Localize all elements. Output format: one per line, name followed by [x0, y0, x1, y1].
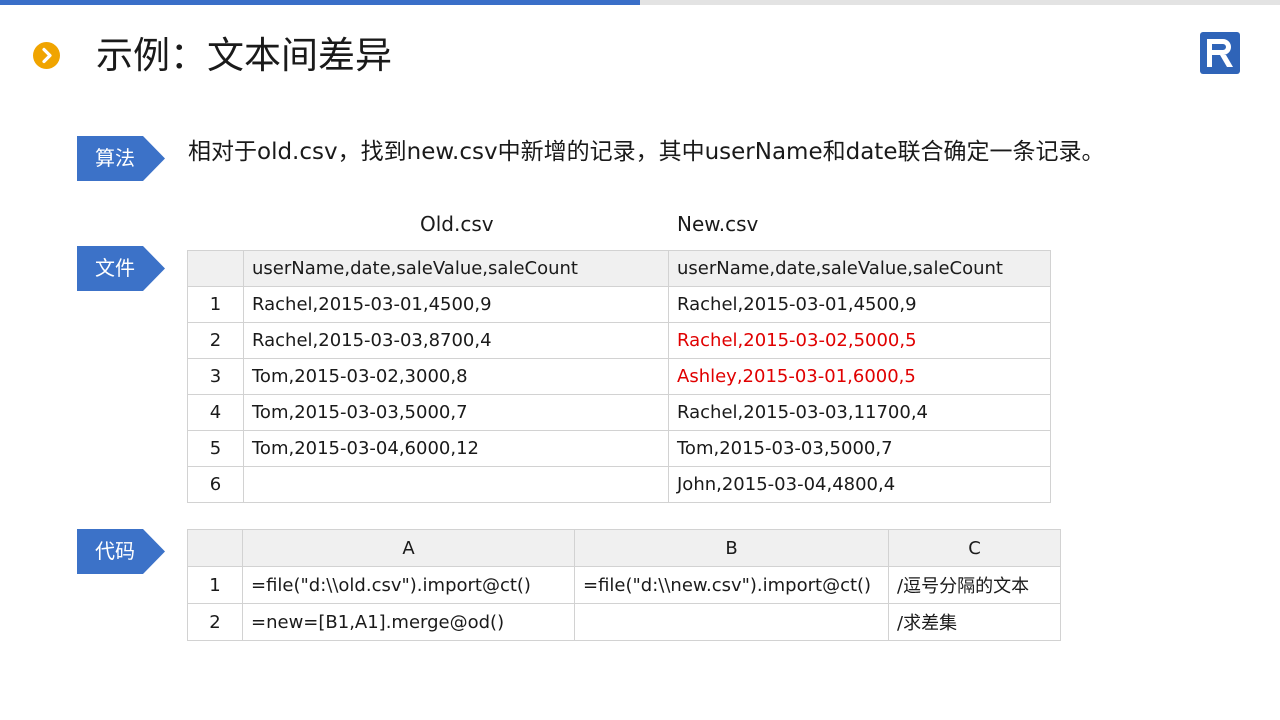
files-tag-label: 文件: [95, 256, 135, 280]
table-corner: [187, 250, 244, 287]
top-progress-bar: [0, 0, 640, 5]
row-number: 2: [187, 603, 243, 641]
new-cell: John,2015-03-04,4800,4: [668, 466, 1051, 503]
old-header-cell: userName,date,saleValue,saleCount: [243, 250, 669, 287]
row-number: 4: [187, 394, 244, 431]
code-cell-b: [574, 603, 889, 641]
new-cell-added: Ashley,2015-03-01,6000,5: [668, 358, 1051, 395]
new-file-title: New.csv: [677, 212, 759, 236]
table-row: 2 Rachel,2015-03-03,8700,4 Rachel,2015-0…: [187, 322, 1051, 359]
page-title: 示例：文本间差异: [96, 34, 392, 77]
old-cell: [243, 466, 669, 503]
column-header-c: C: [888, 529, 1061, 567]
old-cell: Tom,2015-03-03,5000,7: [243, 394, 669, 431]
algorithm-tag-label: 算法: [95, 146, 135, 170]
row-number: 1: [187, 286, 244, 323]
code-comment: /逗号分隔的文本: [888, 566, 1061, 604]
new-cell: Tom,2015-03-03,5000,7: [668, 430, 1051, 467]
code-tag: 代码: [77, 529, 165, 574]
column-header-b: B: [574, 529, 889, 567]
old-cell: Rachel,2015-03-01,4500,9: [243, 286, 669, 323]
table-corner: [187, 529, 243, 567]
logo-icon: [1199, 31, 1241, 75]
column-header-a: A: [242, 529, 575, 567]
new-cell-added: Rachel,2015-03-02,5000,5: [668, 322, 1051, 359]
code-comment: /求差集: [888, 603, 1061, 641]
files-table: userName,date,saleValue,saleCount userNa…: [187, 250, 1051, 503]
new-cell: Rachel,2015-03-01,4500,9: [668, 286, 1051, 323]
code-row: 1 =file("d:\\old.csv").import@ct() =file…: [187, 566, 1061, 604]
code-cell-b: =file("d:\\new.csv").import@ct(): [574, 566, 889, 604]
row-number: 2: [187, 322, 244, 359]
row-number: 1: [187, 566, 243, 604]
old-cell: Tom,2015-03-02,3000,8: [243, 358, 669, 395]
code-tag-label: 代码: [95, 539, 135, 563]
old-cell: Tom,2015-03-04,6000,12: [243, 430, 669, 467]
row-number: 6: [187, 466, 244, 503]
table-row: 3 Tom,2015-03-02,3000,8 Ashley,2015-03-0…: [187, 358, 1051, 395]
files-tag: 文件: [77, 246, 165, 291]
new-cell: Rachel,2015-03-03,11700,4: [668, 394, 1051, 431]
code-table: A B C 1 =file("d:\\old.csv").import@ct()…: [187, 529, 1061, 641]
table-row: 5 Tom,2015-03-04,6000,12 Tom,2015-03-03,…: [187, 430, 1051, 467]
algorithm-description: 相对于old.csv，找到new.csv中新增的记录，其中userName和da…: [188, 139, 1105, 165]
row-number: 3: [187, 358, 244, 395]
table-row: 4 Tom,2015-03-03,5000,7 Rachel,2015-03-0…: [187, 394, 1051, 431]
table-row: 1 Rachel,2015-03-01,4500,9 Rachel,2015-0…: [187, 286, 1051, 323]
algorithm-tag: 算法: [77, 136, 165, 181]
top-bar-track: [640, 0, 1280, 5]
old-file-title: Old.csv: [420, 212, 494, 236]
old-cell: Rachel,2015-03-03,8700,4: [243, 322, 669, 359]
table-header-row: userName,date,saleValue,saleCount userNa…: [187, 250, 1051, 287]
row-number: 5: [187, 430, 244, 467]
code-row: 2 =new=[B1,A1].merge@od() /求差集: [187, 603, 1061, 641]
code-header-row: A B C: [187, 529, 1061, 567]
chevron-right-icon: [33, 42, 60, 69]
new-header-cell: userName,date,saleValue,saleCount: [668, 250, 1051, 287]
code-cell-a: =file("d:\\old.csv").import@ct(): [242, 566, 575, 604]
table-row: 6 John,2015-03-04,4800,4: [187, 466, 1051, 503]
code-cell-a: =new=[B1,A1].merge@od(): [242, 603, 575, 641]
